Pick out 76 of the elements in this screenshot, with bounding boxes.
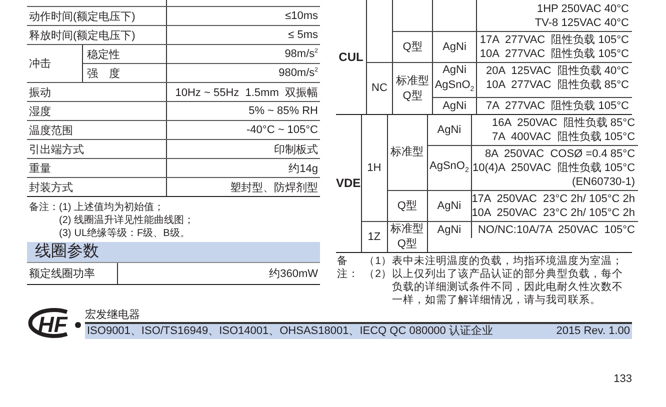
- spec-label: 封装方式: [29, 180, 73, 194]
- type-label: Q型: [397, 237, 417, 252]
- spec-sublabel: 稳定性: [87, 48, 120, 62]
- company-name: 宏发继电器: [85, 308, 141, 322]
- contact-label: 1H: [367, 160, 382, 176]
- spec-label: 重量: [29, 162, 51, 176]
- note-label: 备注：: [337, 255, 360, 282]
- material-label: AgNi: [437, 198, 462, 214]
- type-label: 标准型: [390, 222, 424, 238]
- spec-value: 5% ~ 85% RH: [248, 105, 319, 117]
- material-label: AgNi: [437, 122, 462, 138]
- load-rating: 16A 250VAC 阻性负载 85°C: [491, 116, 636, 130]
- spec-label: 额定线圈功率: [29, 266, 95, 281]
- note-number: (3): [59, 227, 72, 240]
- cert-label: VDE: [336, 115, 362, 252]
- note-number: （1）: [364, 255, 392, 268]
- note-text: 表中未注明温度的负载，均指环境温度为室温；: [392, 255, 624, 268]
- load-rating: 17A 250VAC 23°C 2h/ 105°C 2h: [472, 192, 636, 206]
- spec-value: 980m/s$^{2}$: [278, 67, 318, 79]
- type-label: Q型: [402, 88, 422, 104]
- section-header: 线圈参数: [27, 242, 320, 263]
- spec-label: 振动: [29, 86, 51, 100]
- load-rating: 20A 125VAC 阻性负载 40°C: [485, 64, 629, 78]
- spec-value: 10Hz ~ 55Hz 1.5mm 双振幅: [174, 86, 319, 100]
- load-rating: 10A 277VAC 阻性负载 105°C: [478, 47, 629, 61]
- spec-label: 湿度: [29, 104, 51, 118]
- note-number: (1): [59, 201, 72, 214]
- material-label: AgSnO$_{2}$: [434, 78, 474, 96]
- spec-label: 引出端方式: [29, 142, 84, 156]
- spec-value: ≤10ms: [284, 10, 319, 22]
- material-label: AgNi: [442, 63, 466, 78]
- material-label: AgNi: [442, 40, 466, 54]
- type-label: 标准型: [390, 145, 424, 160]
- load-rating: 8A 250VAC COSØ =0.4 85°C: [484, 147, 636, 162]
- load-rating: 1HP 250VAC 40°C: [536, 2, 629, 16]
- note-number: (2): [59, 214, 72, 227]
- spec-value: 约14g: [288, 162, 319, 176]
- spec-sublabel: 强 度: [87, 66, 120, 80]
- note-text: UL绝缘等级：F级、B级。: [74, 227, 190, 240]
- load-rating: 7A 400VAC 阻性负载 105°C: [491, 130, 636, 144]
- spec-value: ≤ 5ms: [287, 29, 319, 41]
- load-rating: TV-8 125VAC 40°C: [534, 16, 629, 30]
- material-label: AgNi: [437, 222, 462, 238]
- note-number: （2）: [364, 268, 392, 282]
- certification-text: ISO9001、ISO/TS16949、ISO14001、OHSAS18001、IECQ QC 080000 认证企业: [87, 324, 493, 340]
- load-rating: 10(4)A 250VAC 阻性负载 105°C: [472, 161, 636, 176]
- spec-label: 动作时间(额定电压下): [29, 10, 136, 24]
- spec-label: 释放时间(额定电压下): [29, 28, 136, 42]
- contact-label: 1Z: [368, 230, 381, 245]
- load-rating: NO/NC:10A/7A 250VAC 105°C: [476, 223, 636, 238]
- load-rating: (EN60730-1): [571, 175, 636, 190]
- note-text: 上述值均为初始值；: [74, 201, 164, 214]
- spec-label: 冲击: [29, 57, 51, 71]
- note-text: 以上仅列出了该产品认证的部分典型负载，每个负载的详细测试条件不同，因此电耐久性次数不一样，如需了解详细情况，请与我司联系。: [392, 268, 624, 308]
- spec-value: -40°C ~ 105°C: [246, 124, 319, 136]
- note-text: 线圈温升详见性能曲线图；: [74, 214, 194, 227]
- load-rating: 10A 250VAC 23°C 2h/ 105°C 2h: [472, 206, 636, 220]
- material-label: AgSnO$_{2}$: [430, 158, 469, 176]
- load-rating: 10A 277VAC 阻性负载 85°C: [485, 78, 629, 92]
- contact-label: NC: [372, 81, 388, 96]
- note-label: 备注：: [29, 201, 59, 215]
- load-rating: 7A 277VAC 阻性负载 105°C: [485, 99, 629, 114]
- company-logo: HF: [27, 307, 83, 340]
- type-label: Q型: [402, 40, 422, 54]
- spec-value: 塑封型、防焊剂型: [229, 180, 319, 194]
- spec-value: 98m/s$^{2}$: [284, 48, 318, 60]
- type-label: Q型: [397, 198, 417, 214]
- material-label: AgNi: [442, 98, 466, 114]
- revision-text: 2015 Rev. 1.00: [556, 324, 630, 340]
- cert-label: CUL: [336, 0, 367, 114]
- spec-value: 印制板式: [273, 142, 319, 156]
- type-label: 标准型: [396, 74, 429, 89]
- spec-value: 约360mW: [268, 267, 319, 281]
- page-number: 133: [612, 373, 632, 386]
- spec-label: 温度范围: [29, 124, 73, 138]
- load-rating: 17A 277VAC 阻性负载 105°C: [478, 33, 629, 47]
